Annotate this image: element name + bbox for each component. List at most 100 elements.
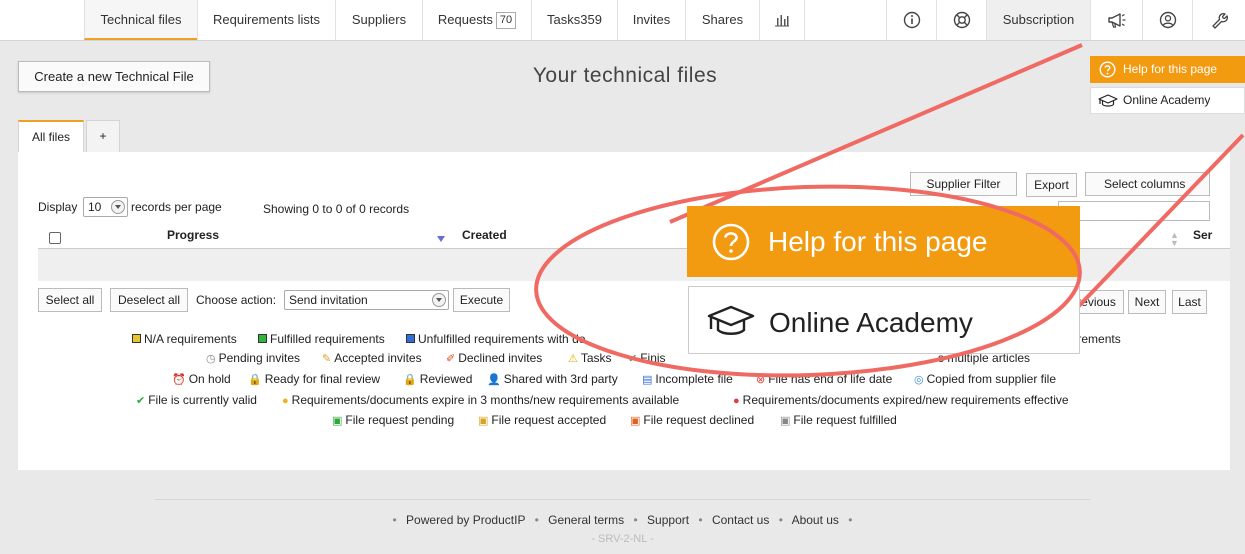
server-id: - SRV-2-NL -: [591, 533, 654, 545]
bar-chart-icon: [775, 15, 789, 27]
clock-icon: ◷: [206, 353, 216, 365]
nav-subscription[interactable]: Subscription: [986, 0, 1090, 40]
nav-requirements-lists[interactable]: Requirements lists: [197, 0, 335, 40]
legend-request-accepted: ▣ File request accepted: [478, 413, 607, 427]
create-technical-file-button[interactable]: Create a new Technical File: [18, 61, 210, 92]
nav-tasks[interactable]: Tasks359: [531, 0, 617, 40]
nav-shares[interactable]: Shares: [685, 0, 759, 40]
warning-icon: ⚠: [568, 353, 578, 365]
question-circle-icon: [712, 223, 750, 261]
legend-copied: ◎ Copied from supplier file: [914, 372, 1057, 386]
legend-request-fulfilled: ▣ File request fulfilled: [780, 413, 897, 427]
zoomed-help-label: Help for this page: [768, 226, 988, 257]
records-per-page-select[interactable]: 10: [83, 197, 128, 217]
blue-square-icon: [406, 334, 415, 343]
folder-check-icon: ▣: [780, 415, 791, 427]
pencil-cross-icon: ✐: [446, 353, 456, 365]
question-circle-icon: [1099, 61, 1116, 78]
footer-powered-link[interactable]: Powered by ProductIP: [406, 513, 525, 527]
export-button[interactable]: Export: [1026, 173, 1077, 197]
column-header-progress[interactable]: Progress: [167, 228, 219, 242]
copy-icon: ◎: [914, 374, 924, 386]
legend-expired: ● Requirements/documents expired/new requ…: [733, 393, 1069, 407]
legend-ready-for-review: 🔒 Ready for final review: [248, 372, 381, 386]
exclamation-circle-icon: ●: [282, 395, 289, 407]
wrench-icon: [1212, 12, 1228, 29]
footer-contact-link[interactable]: Contact us: [712, 513, 769, 527]
nav-suppliers[interactable]: Suppliers: [335, 0, 422, 40]
zoomed-academy-label: Online Academy: [769, 307, 973, 338]
execute-button[interactable]: Execute: [453, 288, 510, 312]
records-per-page-label: records per page: [131, 200, 222, 214]
graduation-cap-icon: [1098, 94, 1118, 107]
select-all-checkbox[interactable]: [49, 232, 61, 244]
nav-requests-label: Requests: [437, 12, 493, 27]
legend-unfulfilled: Unfulfilled requirements with do: [406, 332, 585, 346]
zoomed-online-academy: Online Academy: [688, 286, 1080, 354]
supplier-filter-button[interactable]: Supplier Filter: [910, 172, 1017, 196]
user-icon: 👤: [487, 374, 501, 386]
megaphone-icon: [1107, 13, 1125, 28]
help-for-page-button[interactable]: Help for this page: [1090, 56, 1245, 83]
exclamation-circle-red-icon: ●: [733, 395, 740, 407]
green-square-icon: [258, 334, 267, 343]
legend-request-pending: ▣ File request pending: [332, 413, 455, 427]
nav-announcements[interactable]: [1090, 0, 1142, 40]
nav-support[interactable]: [936, 0, 986, 40]
column-header-ser[interactable]: Ser: [1193, 228, 1212, 242]
nav-profile[interactable]: [1142, 0, 1192, 40]
footer-about-link[interactable]: About us: [792, 513, 839, 527]
column-header-created[interactable]: Created: [462, 228, 507, 242]
legend-pending-invites: ◷ Pending invites: [206, 351, 300, 365]
next-page-button[interactable]: Next: [1128, 290, 1166, 314]
tab-add[interactable]: +: [86, 120, 120, 152]
legend-declined-invites: ✐ Declined invites: [446, 351, 543, 365]
legend-finished: ✔ Finis: [628, 351, 666, 365]
chevron-down-icon: [111, 200, 125, 214]
nav-technical-files[interactable]: Technical files: [84, 0, 197, 40]
tab-all-files[interactable]: All files: [18, 120, 84, 152]
check-icon: ✔: [628, 353, 638, 365]
nav-statistics[interactable]: [759, 0, 805, 40]
legend-reviewed: 🔒 Reviewed: [403, 372, 473, 386]
lifebuoy-icon: [953, 11, 970, 29]
footer: • Powered by ProductIP • General terms •…: [392, 513, 853, 527]
sort-desc-icon[interactable]: [437, 236, 445, 242]
info-icon: [903, 11, 920, 29]
legend-na: N/A requirements: [132, 332, 237, 346]
legend-on-hold: ⏰ On hold: [172, 372, 231, 386]
online-academy-label: Online Academy: [1123, 93, 1211, 107]
nav-requests[interactable]: Requests 70: [422, 0, 531, 40]
search-input[interactable]: [1058, 201, 1210, 221]
nav-settings[interactable]: [1192, 0, 1245, 40]
records-per-page-value: 10: [88, 200, 102, 214]
page-title: Your technical files: [532, 64, 718, 87]
yellow-square-icon: [132, 334, 141, 343]
legend-accepted-invites: ✎ Accepted invites: [322, 351, 422, 365]
chevron-down-icon: [432, 293, 446, 307]
last-page-button[interactable]: Last: [1172, 290, 1207, 314]
top-navigation: Technical files Requirements lists Suppl…: [0, 0, 1245, 41]
deselect-all-button[interactable]: Deselect all: [110, 288, 188, 312]
user-circle-icon: [1159, 11, 1176, 29]
select-columns-button[interactable]: Select columns: [1085, 172, 1210, 196]
nav-info[interactable]: [886, 0, 936, 40]
action-select[interactable]: Send invitation: [284, 290, 449, 310]
online-academy-button[interactable]: Online Academy: [1090, 87, 1245, 114]
folder-user-icon: ▣: [478, 415, 489, 427]
legend-incomplete: ▤ Incomplete file: [642, 372, 733, 386]
nav-invites[interactable]: Invites: [617, 0, 685, 40]
action-select-value: Send invitation: [289, 293, 368, 307]
footer-terms-link[interactable]: General terms: [548, 513, 624, 527]
sort-both-icon[interactable]: ▲ ▼: [1170, 231, 1179, 248]
legend-tasks: ⚠ Tasks: [568, 351, 612, 365]
folder-up-icon: ▣: [332, 415, 343, 427]
legend-expire-soon: ● Requirements/documents expire in 3 mont…: [282, 393, 680, 407]
select-all-button[interactable]: Select all: [38, 288, 102, 312]
requests-count-badge: 70: [495, 12, 517, 29]
help-for-page-label: Help for this page: [1123, 62, 1218, 76]
cross-circle-icon: ⊗: [756, 374, 766, 386]
alarm-clock-icon: ⏰: [172, 374, 186, 386]
legend-valid: ✔ File is currently valid: [136, 393, 257, 407]
footer-support-link[interactable]: Support: [647, 513, 689, 527]
